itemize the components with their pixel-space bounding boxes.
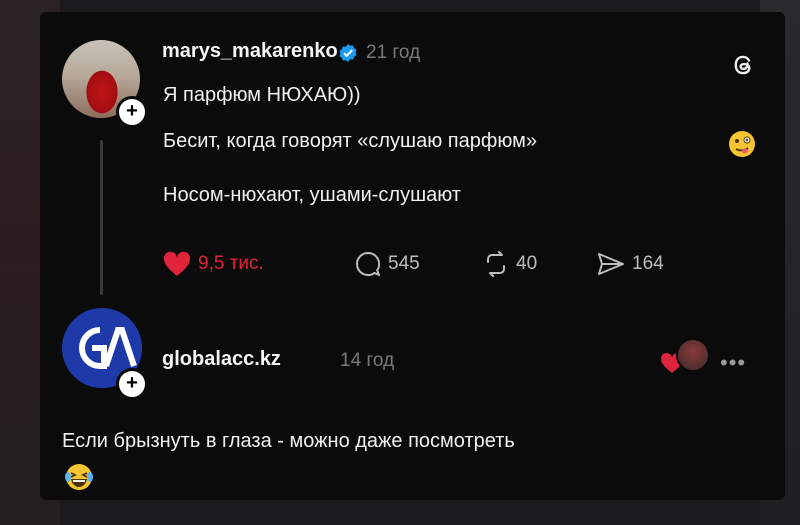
reposts-count: 40 [516, 253, 538, 274]
repost-button[interactable]: 40 [482, 250, 537, 278]
threads-logo-icon[interactable] [728, 50, 758, 80]
post-line-1: Я парфюм НЮХАЮ)) [163, 84, 361, 106]
author-mini-avatar [676, 338, 710, 372]
share-button[interactable]: 164 [596, 250, 664, 278]
more-options-icon[interactable]: ••• [720, 350, 746, 376]
reply-text: Если брызнуть в глаза - можно даже посмо… [62, 430, 515, 452]
verified-badge-icon [339, 44, 357, 62]
repost-icon [487, 251, 505, 277]
follow-plus-button[interactable]: + [116, 96, 148, 128]
follow-plus-button-reply[interactable]: + [116, 368, 148, 400]
comments-count: 545 [388, 253, 420, 274]
woozy-face-emoji [729, 131, 755, 157]
threads-post-card: + marys_makarenko 21 год Я парфюм НЮХАЮ)… [40, 12, 785, 500]
post-time: 21 год [366, 42, 421, 63]
like-button[interactable]: 9,5 тис. [162, 250, 264, 278]
comment-icon [356, 251, 381, 276]
reply-username[interactable]: globalacc.kz [162, 348, 281, 371]
post-line-3: Носом-нюхают, ушами-слушают [163, 184, 461, 206]
post-line-2: Бесит, когда говорят «слушаю парфюм» [163, 130, 537, 152]
share-icon [598, 253, 624, 275]
shares-count: 164 [632, 253, 664, 274]
likes-count: 9,5 тис. [198, 253, 264, 274]
laughing-crying-emoji [65, 464, 93, 490]
comment-button[interactable]: 545 [354, 250, 420, 278]
post-username[interactable]: marys_makarenko [162, 40, 338, 63]
thread-connector-line [100, 140, 103, 295]
heart-icon [163, 251, 191, 276]
reply-time: 14 год [340, 350, 395, 371]
